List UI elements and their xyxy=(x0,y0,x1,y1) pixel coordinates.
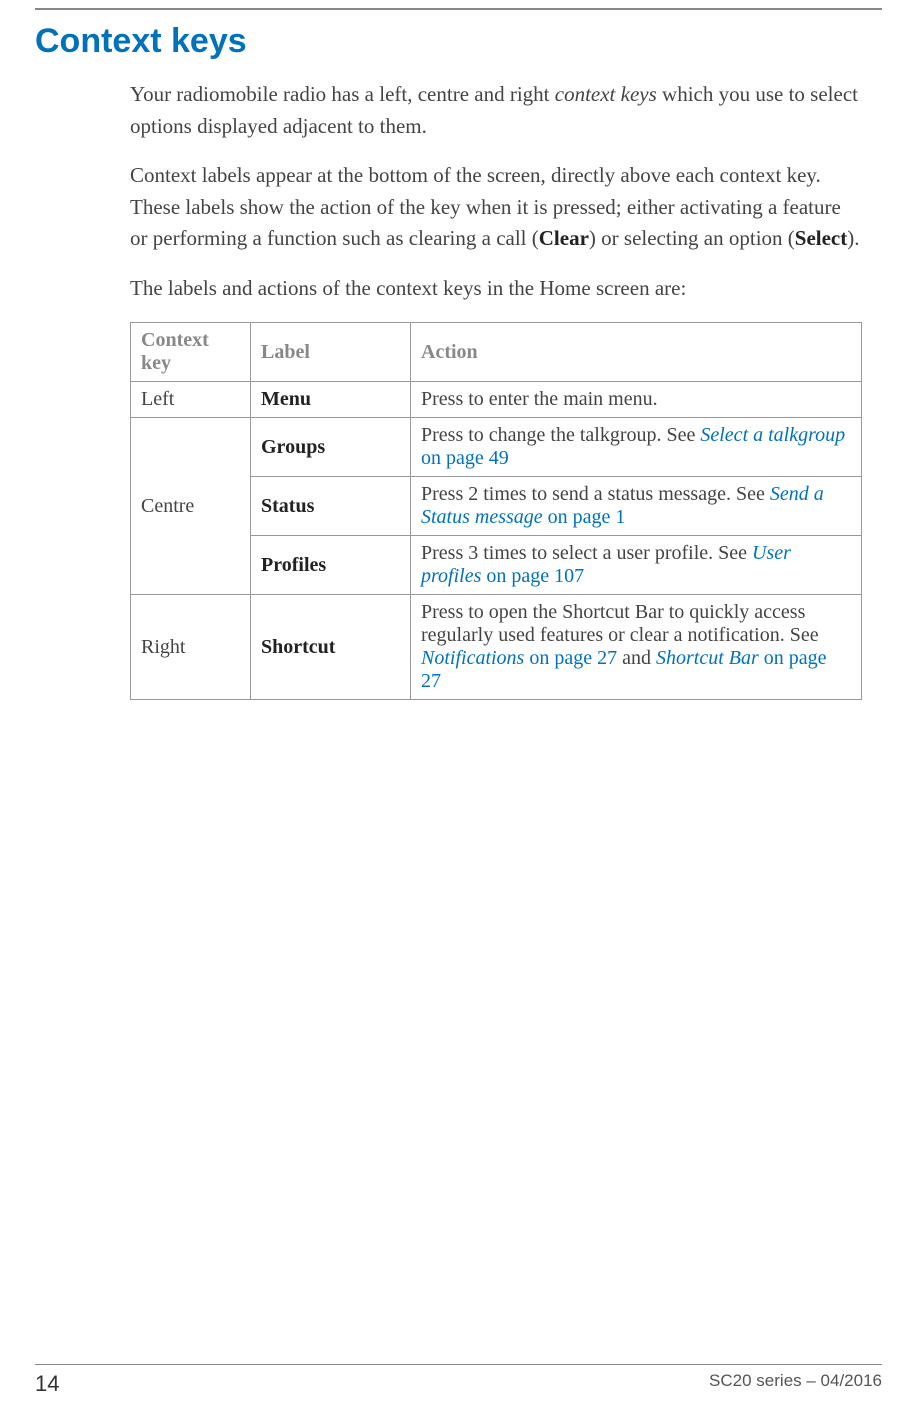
text: Press to change the talkgroup. See xyxy=(421,424,700,446)
cell-label-status: Status xyxy=(251,477,411,536)
cell-label-profiles: Profiles xyxy=(251,536,411,595)
text: ). xyxy=(847,226,859,250)
cell-label-menu: Menu xyxy=(251,382,411,418)
page-number: 14 xyxy=(35,1371,59,1397)
cell-key-left: Left xyxy=(131,382,251,418)
th-label: Label xyxy=(251,323,411,382)
context-keys-table: Context key Label Action Left Menu Press… xyxy=(130,322,862,700)
text: ) or selecting an option ( xyxy=(589,226,795,250)
link-notifications[interactable]: Notifications xyxy=(421,647,524,669)
cell-key-right: Right xyxy=(131,595,251,700)
link-page-ref[interactable]: on page 1 xyxy=(543,506,626,528)
bold-select: Select xyxy=(795,226,847,250)
table-header-row: Context key Label Action xyxy=(131,323,862,382)
text: Press 2 times to send a status message. … xyxy=(421,483,770,505)
link-page-ref[interactable]: on page 49 xyxy=(421,447,509,469)
paragraph-2: Context labels appear at the bottom of t… xyxy=(130,160,862,255)
em-context-keys: context keys xyxy=(555,82,657,106)
cell-action-groups: Press to change the talkgroup. See Selec… xyxy=(411,418,862,477)
table-row: Left Menu Press to enter the main menu. xyxy=(131,382,862,418)
th-context-key: Context key xyxy=(131,323,251,382)
top-rule xyxy=(35,8,882,10)
footer-doc-id: SC20 series – 04/2016 xyxy=(709,1371,882,1397)
text: and xyxy=(617,647,656,669)
cell-action-menu: Press to enter the main menu. xyxy=(411,382,862,418)
paragraph-1: Your radiomobile radio has a left, centr… xyxy=(130,79,862,142)
link-shortcut-bar[interactable]: Shortcut Bar xyxy=(656,647,759,669)
cell-action-status: Press 2 times to send a status message. … xyxy=(411,477,862,536)
text: Your radiomobile radio has a left, centr… xyxy=(130,82,555,106)
body-block: Your radiomobile radio has a left, centr… xyxy=(35,79,882,700)
text: Press to open the Shortcut Bar to quickl… xyxy=(421,601,819,646)
table-row: Right Shortcut Press to open the Shortcu… xyxy=(131,595,862,700)
text: Press 3 times to select a user profile. … xyxy=(421,542,752,564)
cell-label-groups: Groups xyxy=(251,418,411,477)
link-page-ref[interactable]: on page 27 xyxy=(524,647,617,669)
heading-context-keys: Context keys xyxy=(35,22,882,61)
cell-action-shortcut: Press to open the Shortcut Bar to quickl… xyxy=(411,595,862,700)
table-row: Centre Groups Press to change the talkgr… xyxy=(131,418,862,477)
link-page-ref[interactable]: on page 107 xyxy=(481,565,584,587)
th-action: Action xyxy=(411,323,862,382)
paragraph-3: The labels and actions of the context ke… xyxy=(130,273,862,305)
cell-key-centre: Centre xyxy=(131,418,251,595)
bold-clear: Clear xyxy=(539,226,589,250)
cell-action-profiles: Press 3 times to select a user profile. … xyxy=(411,536,862,595)
page-footer: 14 SC20 series – 04/2016 xyxy=(35,1364,882,1397)
cell-label-shortcut: Shortcut xyxy=(251,595,411,700)
page-content: Context keys Your radiomobile radio has … xyxy=(0,8,917,700)
link-select-talkgroup[interactable]: Select a talkgroup xyxy=(700,424,845,446)
